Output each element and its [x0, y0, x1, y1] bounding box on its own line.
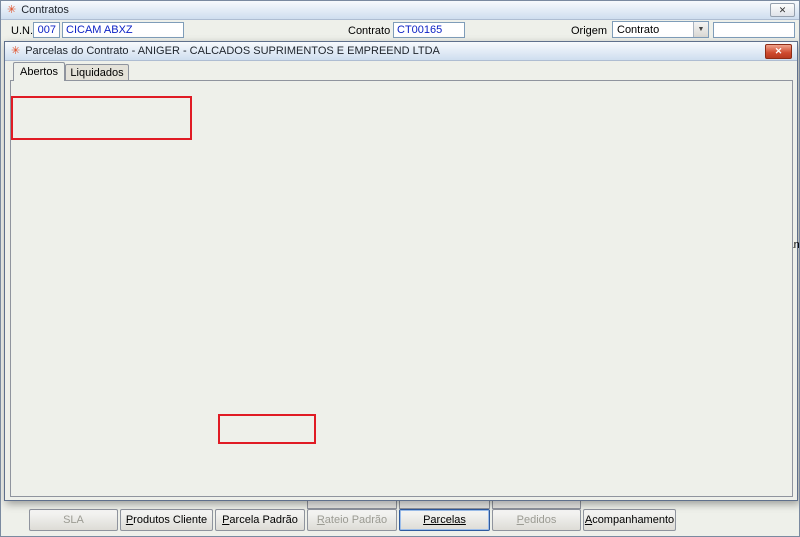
- button-acompanhamento[interactable]: Acompanhamento: [583, 509, 676, 531]
- contrato-label: Contrato: [348, 25, 391, 37]
- parcelas-dialog: ✳ Parcelas do Contrato - ANIGER - CALCAD…: [4, 41, 799, 501]
- dialog-title: Parcelas do Contrato - ANIGER - CALCADOS…: [25, 45, 440, 57]
- tab-liquidados-label: Liquidados: [70, 66, 124, 79]
- origem-select-value: Contrato: [617, 23, 660, 36]
- button-produtos-cliente[interactable]: Produtos Cliente: [120, 509, 213, 531]
- chevron-down-icon: ▼: [693, 22, 708, 37]
- tab-abertos[interactable]: Abertos: [13, 62, 65, 81]
- un-label: U.N.: [11, 25, 33, 37]
- dialog-icon: ✳: [11, 44, 21, 57]
- un-code-field[interactable]: 007: [33, 22, 60, 38]
- button-parcelas[interactable]: Parcelas: [399, 509, 490, 531]
- button-parcela-padrao[interactable]: Parcela Padrão: [215, 509, 305, 531]
- app-icon: ✳: [7, 3, 17, 16]
- window-close-button[interactable]: ✕: [770, 3, 795, 17]
- tab-abertos-label: Abertos: [20, 66, 58, 78]
- window-toolbar: U.N. 007 CICAM ABXZ Contrato CT00165 Ori…: [1, 20, 799, 42]
- contratos-window: ✳ Contratos ✕ U.N. 007 CICAM ABXZ Contra…: [0, 0, 800, 537]
- tab-liquidados[interactable]: Liquidados: [65, 64, 129, 80]
- tab-page-abertos: [10, 80, 793, 497]
- button-pedidos[interactable]: Pedidos: [492, 509, 581, 531]
- window-title: Contratos: [21, 4, 69, 16]
- window-titlebar: ✳ Contratos ✕: [1, 1, 799, 20]
- button-rateio-padrao[interactable]: Rateio Padrão: [307, 509, 397, 531]
- button-sla[interactable]: SLA: [29, 509, 118, 531]
- dialog-close-button[interactable]: ✕: [765, 44, 792, 59]
- toolbar-field-right[interactable]: [713, 22, 795, 38]
- origem-label: Origem: [571, 25, 608, 37]
- un-name-field[interactable]: CICAM ABXZ: [62, 22, 184, 38]
- dialog-titlebar: ✳ Parcelas do Contrato - ANIGER - CALCAD…: [5, 42, 797, 61]
- origem-select[interactable]: Contrato ▼: [612, 21, 709, 38]
- contrato-field[interactable]: CT00165: [393, 22, 465, 38]
